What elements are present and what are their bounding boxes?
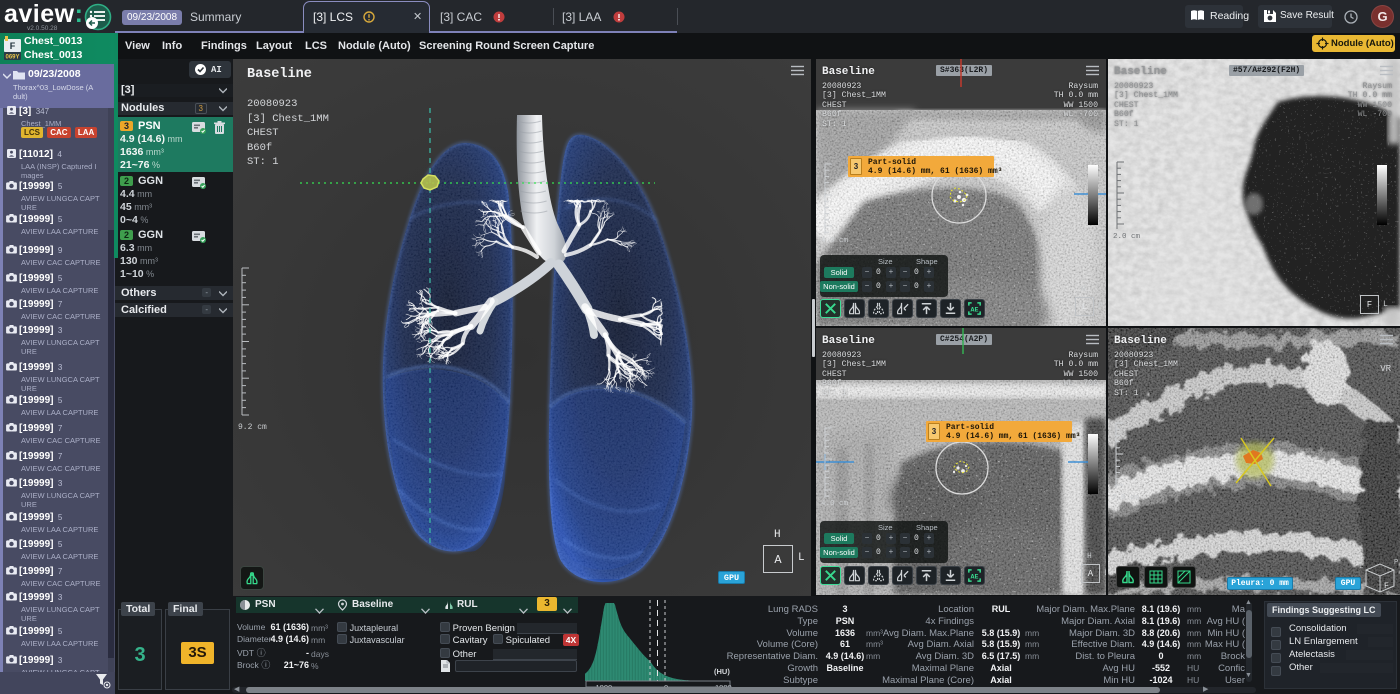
svg-text:L: L (1359, 563, 1363, 571)
svg-text:F: F (10, 41, 16, 51)
svg-text:F: F (1384, 582, 1389, 591)
svg-text:P: P (1394, 559, 1398, 567)
svg-text:AE: AE (971, 572, 979, 580)
svg-text:9.2 cm: 9.2 cm (238, 423, 267, 432)
svg-text:AE: AE (971, 305, 979, 313)
svg-text:069Y: 069Y (5, 55, 19, 61)
